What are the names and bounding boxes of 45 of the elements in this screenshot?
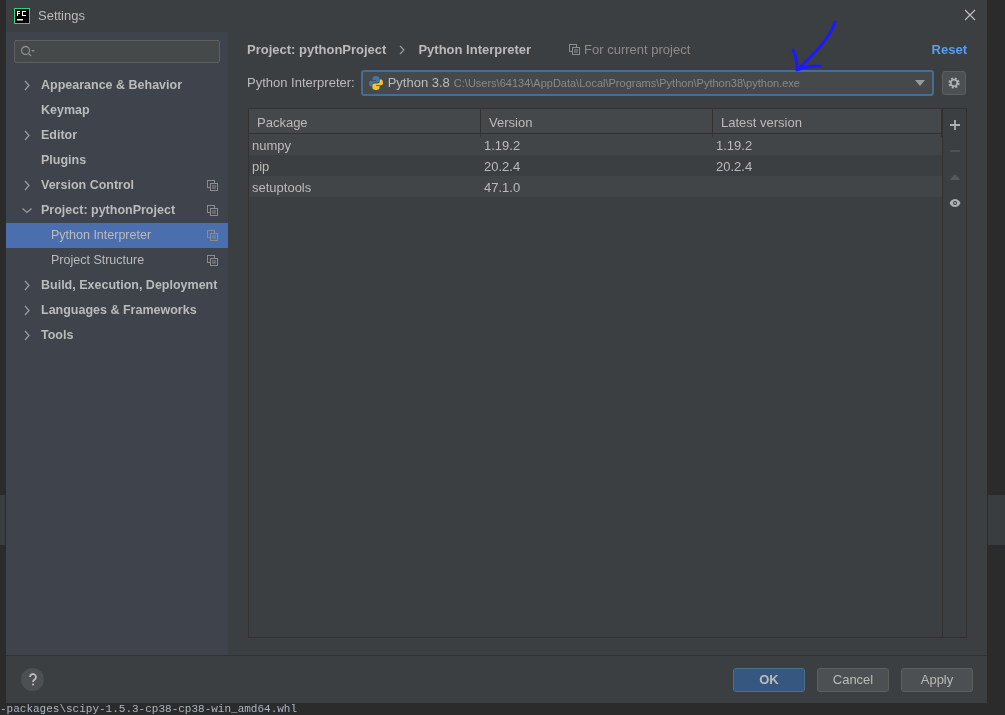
terminal-text: -packages\scipy-1.5.3-cp38-cp38-win_amd64.whl <box>0 703 298 715</box>
dropdown-arrow-icon <box>913 79 926 87</box>
table-cell: 20.2.4 <box>716 159 753 174</box>
sidebar-item[interactable]: Tools <box>6 323 228 348</box>
table-cell: setuptools <box>252 180 312 195</box>
sidebar-item[interactable]: Languages & Frameworks <box>6 298 228 323</box>
settings-button[interactable] <box>941 71 966 95</box>
interpreter-dropdown[interactable]: Python 3.8 C:\Users\64134\AppData\Local\Programs\Python\Python38\python.exe <box>360 70 934 96</box>
sidebar-item[interactable]: Python Interpreter <box>6 223 228 248</box>
sidebar-item[interactable]: Build, Execution, Deployment <box>6 273 228 298</box>
breadcrumb-item: Project: pythonProject <box>247 40 387 59</box>
dialog-button[interactable]: OK <box>733 667 805 692</box>
table-cell: numpy <box>252 138 292 153</box>
sidebar-item[interactable]: Editor <box>6 123 228 148</box>
breadcrumb-item: Python Interpreter <box>418 40 532 59</box>
chevron-right-icon <box>398 44 407 55</box>
help-button[interactable] <box>21 668 44 691</box>
table-cell: pip <box>252 159 270 174</box>
interpreter-name: Python 3.8 <box>387 74 450 93</box>
dialog-button[interactable]: Apply <box>901 667 973 692</box>
sidebar-item[interactable]: Appearance & Behavior <box>6 73 228 98</box>
question-icon <box>27 673 38 686</box>
python-logo-icon <box>367 75 384 91</box>
table-cell: 20.2.4 <box>484 159 521 174</box>
reset-link[interactable]: Reset <box>931 39 967 60</box>
search-icon <box>20 44 36 59</box>
dialog-button[interactable]: Cancel <box>817 667 889 692</box>
sidebar-item[interactable]: Version Control <box>6 173 228 198</box>
sidebar-item[interactable]: Project: pythonProject <box>6 198 228 223</box>
table-cell: 1.19.2 <box>716 138 753 153</box>
app-logo-icon <box>14 8 30 24</box>
search-field[interactable] <box>14 40 220 63</box>
sidebar-item[interactable]: Keymap <box>6 98 228 123</box>
sidebar-item[interactable]: Plugins <box>6 148 228 173</box>
scope-note: For current project <box>584 40 691 59</box>
table-cell: 1.19.2 <box>484 138 521 153</box>
copy-icon <box>569 44 581 55</box>
field-label: Python Interpreter: <box>247 74 355 93</box>
plus-icon <box>948 119 961 131</box>
window-title: Settings <box>38 7 85 26</box>
table-cell: 47.1.0 <box>484 180 521 195</box>
interpreter-path: C:\Users\64134\AppData\Local\Programs\Python\Python38\python.exe <box>453 75 800 91</box>
gear-icon <box>946 76 961 90</box>
sidebar-item[interactable]: Project Structure <box>6 248 228 273</box>
eye-icon <box>948 197 961 209</box>
